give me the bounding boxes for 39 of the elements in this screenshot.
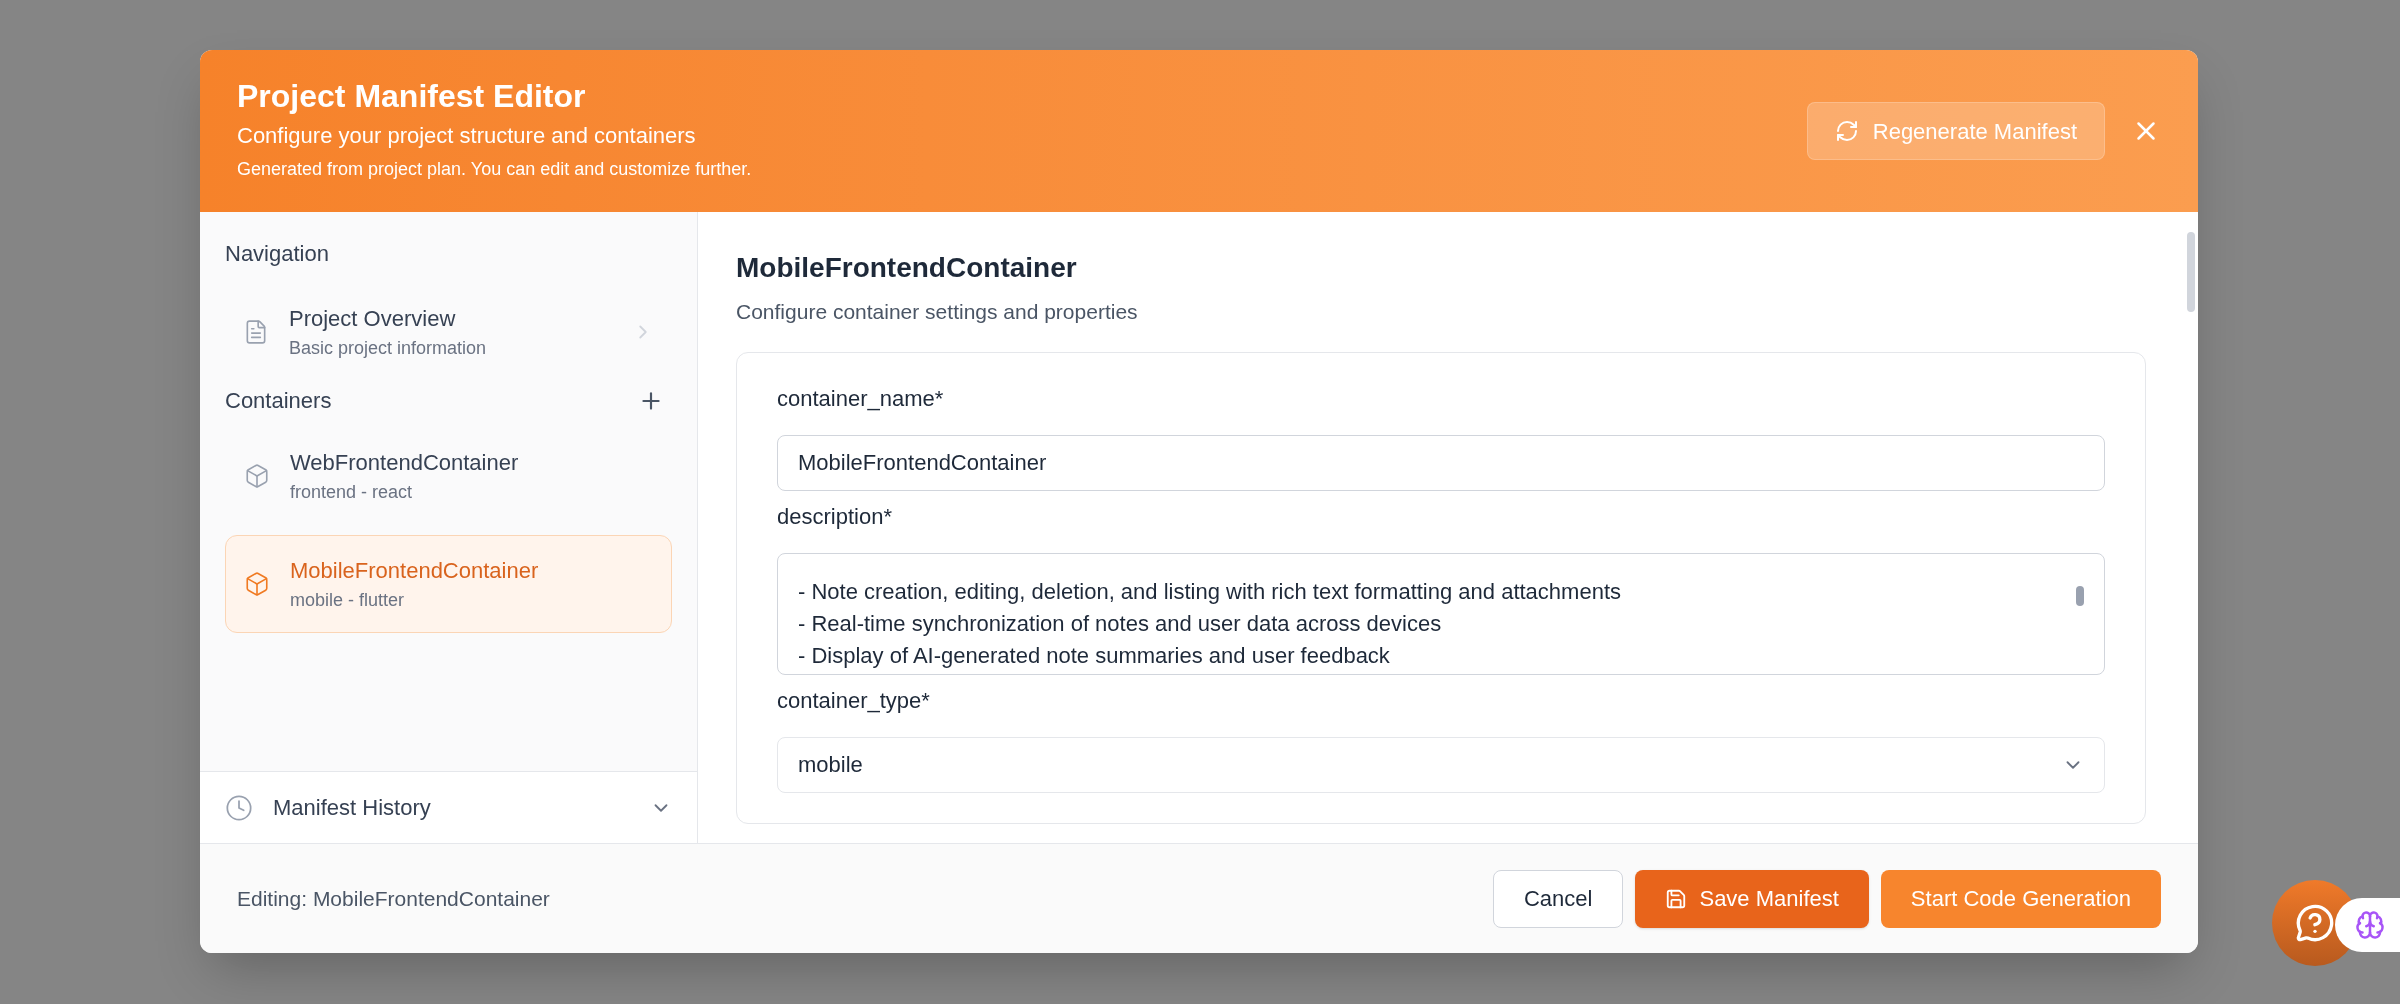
container-name: WebFrontendContainer (290, 449, 519, 477)
container-item[interactable]: WebFrontendContainer frontend - react (225, 427, 672, 525)
help-icon (2295, 903, 2335, 943)
field-label: container_name* (777, 384, 945, 413)
dialog-title: Project Manifest Editor (237, 77, 587, 116)
description-line: - Real-time synchronization of notes and user data across devices (798, 609, 1443, 638)
editor-title: MobileFrontendContainer (736, 251, 1078, 285)
container-name: MobileFrontendContainer (290, 557, 539, 585)
cancel-button[interactable]: Cancel (1492, 869, 1624, 928)
dialog-subtitle: Configure your project structure and containers (237, 122, 697, 150)
item-title: Project Overview (289, 305, 457, 333)
assistant-button[interactable] (2335, 898, 2400, 952)
navigation-heading: Navigation (225, 240, 330, 268)
description-textarea[interactable] (777, 552, 2105, 675)
description-line: - Display of AI-generated note summaries and user feedback (798, 641, 1391, 670)
field-label: container_type* (777, 686, 931, 715)
editing-status: Editing: MobileFrontendContainer (237, 885, 550, 912)
save-icon (1665, 887, 1688, 910)
dialog-note: Generated from project plan. You can edit and customize further. (237, 158, 752, 181)
refresh-icon (1834, 119, 1859, 143)
description-line: - Note creation, editing, deletion, and listing with rich text formatting and attachments (798, 577, 1622, 606)
brain-icon (2355, 910, 2385, 940)
select-value: mobile (798, 751, 863, 779)
scrollbar (2076, 585, 2084, 606)
container-item[interactable]: MobileFrontendContainer mobile - flutter (225, 535, 672, 633)
manifest-history-toggle[interactable]: Manifest History (200, 771, 697, 843)
cube-icon (244, 571, 270, 597)
clock-icon (225, 793, 253, 822)
history-label: Manifest History (273, 794, 432, 822)
container-subtitle: mobile - flutter (290, 589, 406, 612)
item-subtitle: Basic project information (289, 337, 488, 360)
editor-subtitle: Configure container settings and properties (736, 299, 1139, 325)
field-label: description* (777, 502, 893, 531)
cube-icon (244, 463, 270, 489)
type-select[interactable]: mobile (777, 736, 2105, 793)
project-overview-item[interactable]: Project Overview Basic project information (225, 292, 672, 372)
input-field[interactable]: MobileFrontendContainer (777, 434, 2105, 491)
container-subtitle: frontend - react (290, 481, 414, 504)
containers-heading: Containers (225, 387, 332, 415)
